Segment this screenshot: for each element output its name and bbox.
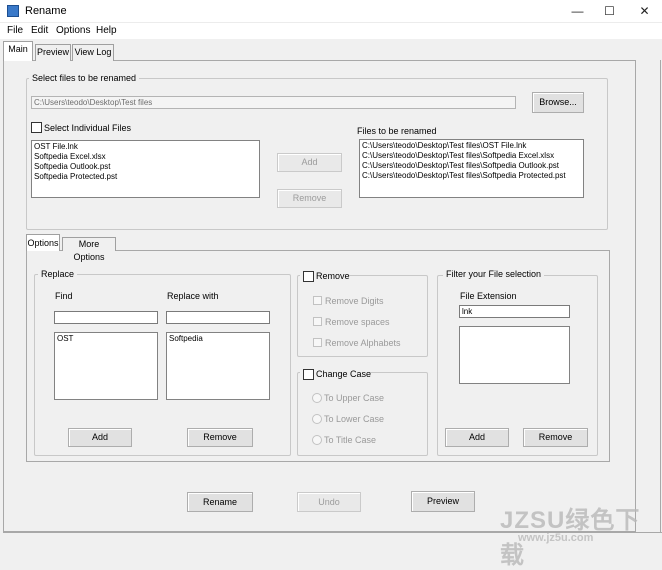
upper-case-label: To Upper Case: [324, 393, 385, 403]
select-individual-checkbox[interactable]: [31, 122, 42, 133]
replace-title: Replace: [38, 269, 78, 279]
files-to-rename-label: Files to be renamed: [357, 126, 437, 136]
list-item[interactable]: OST File.lnk: [34, 142, 257, 152]
list-item[interactable]: C:\Users\teodo\Desktop\Test files\Softpe…: [362, 171, 581, 181]
replace-add-button[interactable]: Add: [68, 428, 132, 447]
extension-list[interactable]: [459, 326, 570, 384]
title-case-radio[interactable]: [312, 435, 322, 445]
browse-button[interactable]: Browse...: [532, 92, 584, 113]
tab-view-log[interactable]: View Log: [72, 44, 114, 61]
watermark-url: www.jz5u.com: [518, 532, 594, 544]
replace-with-input[interactable]: [166, 311, 270, 324]
remove-digits-checkbox[interactable]: [313, 296, 322, 305]
preview-button[interactable]: Preview: [411, 491, 475, 512]
filter-add-button[interactable]: Add: [445, 428, 509, 447]
file-extension-label: File Extension: [460, 291, 517, 301]
list-item[interactable]: C:\Users\teodo\Desktop\Test files\Softpe…: [362, 161, 581, 171]
list-item[interactable]: C:\Users\teodo\Desktop\Test files\Softpe…: [362, 151, 581, 161]
list-item[interactable]: Softpedia Protected.pst: [34, 172, 257, 182]
list-item[interactable]: OST: [57, 334, 155, 344]
change-case-checkbox[interactable]: [303, 369, 314, 380]
find-list[interactable]: OST: [54, 332, 158, 400]
replace-with-label: Replace with: [167, 291, 219, 301]
list-item[interactable]: C:\Users\teodo\Desktop\Test files\OST Fi…: [362, 141, 581, 151]
app-icon: [7, 5, 19, 17]
remove-alphabets-label: Remove Alphabets: [325, 338, 401, 348]
menu-file[interactable]: File: [7, 25, 23, 36]
undo-button[interactable]: Undo: [297, 492, 361, 512]
remove-spaces-label: Remove spaces: [325, 317, 390, 327]
replace-remove-button[interactable]: Remove: [187, 428, 253, 447]
menu-edit[interactable]: Edit: [31, 25, 48, 36]
source-files-list[interactable]: OST File.lnk Softpedia Excel.xlsx Softpe…: [31, 140, 260, 198]
menu-help[interactable]: Help: [96, 25, 117, 36]
list-item[interactable]: Softpedia: [169, 334, 267, 344]
close-button[interactable]: ✕: [627, 0, 662, 23]
minimize-button[interactable]: —: [560, 0, 595, 23]
file-extension-input[interactable]: lnk: [459, 305, 570, 318]
replace-with-list[interactable]: Softpedia: [166, 332, 270, 400]
outer-frame-right: [660, 60, 661, 532]
lower-case-label: To Lower Case: [324, 414, 385, 424]
folder-path-input[interactable]: C:\Users\teodo\Desktop\Test files: [31, 96, 516, 109]
files-to-rename-list[interactable]: C:\Users\teodo\Desktop\Test files\OST Fi…: [359, 139, 584, 198]
rename-button[interactable]: Rename: [187, 492, 253, 512]
remove-spaces-checkbox[interactable]: [313, 317, 322, 326]
list-item[interactable]: Softpedia Excel.xlsx: [34, 152, 257, 162]
tab-main[interactable]: Main: [3, 41, 33, 61]
filter-remove-button[interactable]: Remove: [523, 428, 588, 447]
select-files-title: Select files to be renamed: [29, 73, 140, 83]
change-case-title: Change Case: [316, 369, 372, 379]
lower-case-radio[interactable]: [312, 414, 322, 424]
remove-checkbox[interactable]: [303, 271, 314, 282]
upper-case-radio[interactable]: [312, 393, 322, 403]
add-file-button[interactable]: Add: [277, 153, 342, 172]
find-input[interactable]: [54, 311, 158, 324]
tab-options[interactable]: Options: [26, 234, 60, 251]
remove-alphabets-checkbox[interactable]: [313, 338, 322, 347]
select-individual-label: Select Individual Files: [44, 123, 132, 133]
menu-options[interactable]: Options: [56, 25, 90, 36]
find-label: Find: [55, 291, 73, 301]
remove-digits-label: Remove Digits: [325, 296, 384, 306]
filter-title: Filter your File selection: [443, 269, 545, 279]
remove-title: Remove: [316, 271, 350, 281]
window-title: Rename: [25, 5, 67, 17]
tab-more-options[interactable]: More Options: [62, 237, 116, 262]
maximize-button[interactable]: ☐: [592, 0, 627, 23]
tab-preview[interactable]: Preview: [35, 44, 71, 61]
list-item[interactable]: Softpedia Outlook.pst: [34, 162, 257, 172]
remove-file-button[interactable]: Remove: [277, 189, 342, 208]
title-case-label: To Title Case: [324, 435, 377, 445]
